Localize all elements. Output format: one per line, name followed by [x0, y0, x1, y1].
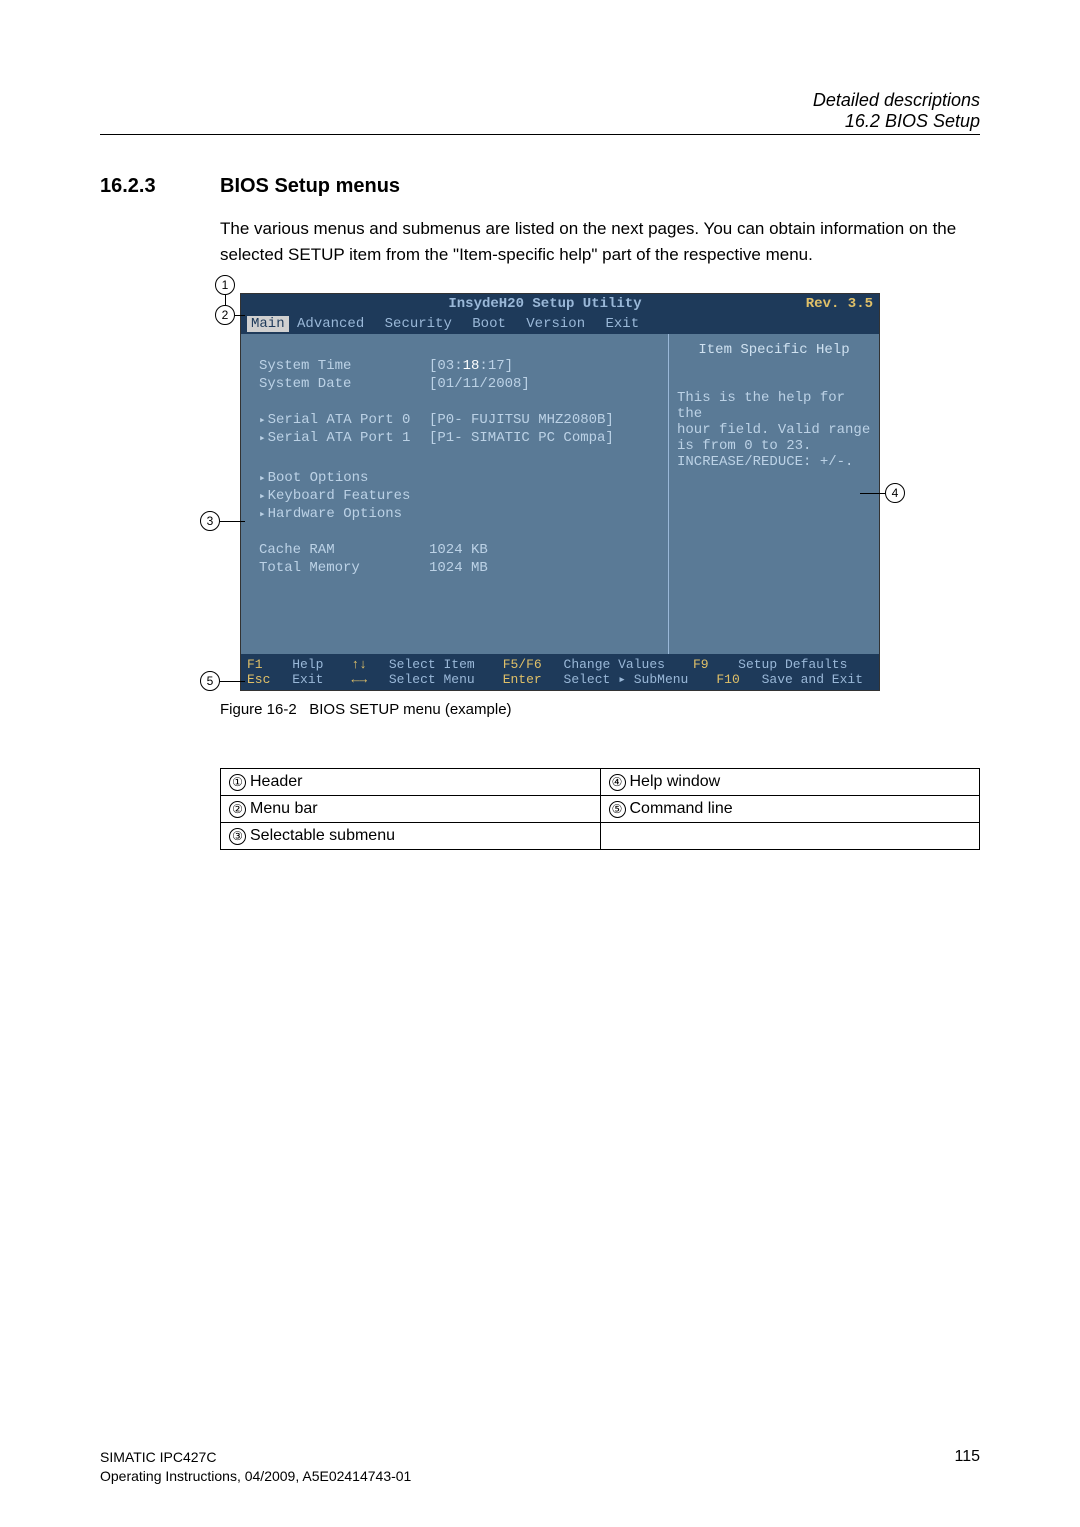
bios-menu-exit[interactable]: Exit [606, 316, 640, 332]
time-hour-selected[interactable]: 18 [463, 358, 480, 374]
row-sata-0[interactable]: Serial ATA Port 0 [P0- FUJITSU MHZ2080B] [259, 412, 658, 428]
row-cache-ram: Cache RAM 1024 KB [259, 542, 658, 558]
running-header: Detailed descriptions 16.2 BIOS Setup [100, 90, 980, 135]
footer-product: SIMATIC IPC427C [100, 1448, 411, 1468]
callout-5: 5 [200, 671, 220, 691]
section-number: 16.2.3 [100, 175, 220, 198]
legend-table: ①Header ④Help window ②Menu bar ⑤Command … [220, 768, 980, 850]
callout-4: 4 [885, 483, 905, 503]
page: Detailed descriptions 16.2 BIOS Setup 16… [0, 0, 1080, 1527]
row-system-date[interactable]: System Date [01/11/2008] [259, 376, 658, 392]
table-row: ①Header ④Help window [221, 769, 980, 796]
bios-menu-boot[interactable]: Boot [472, 316, 506, 332]
bios-revision: Rev. 3.5 [783, 296, 873, 312]
bios-menu-advanced[interactable]: Advanced [297, 316, 364, 332]
row-keyboard-features[interactable]: Keyboard Features [259, 488, 658, 504]
row-sata-1[interactable]: Serial ATA Port 1 [P1- SIMATIC PC Compa] [259, 430, 658, 446]
help-line: INCREASE/REDUCE: +/-. [677, 454, 871, 470]
table-row: ③Selectable submenu [221, 823, 980, 850]
help-line: hour field. Valid range [677, 422, 871, 438]
page-number: 115 [954, 1448, 980, 1487]
bios-menu-security[interactable]: Security [385, 316, 452, 332]
row-boot-options[interactable]: Boot Options [259, 470, 658, 486]
bios-screenshot: InsydeH20 Setup Utility Rev. 3.5 Main Ad… [240, 293, 880, 691]
help-line: is from 0 to 23. [677, 438, 871, 454]
footer-docref: Operating Instructions, 04/2009, A5E0241… [100, 1467, 411, 1487]
page-footer: SIMATIC IPC427C Operating Instructions, … [100, 1448, 980, 1487]
chapter-title: Detailed descriptions [100, 90, 980, 111]
row-system-time[interactable]: System Time [03:18:17] [259, 358, 658, 374]
bios-body: System Time [03:18:17] System Date [01/1… [241, 334, 879, 654]
callout-1: 1 [215, 275, 235, 295]
bios-header: InsydeH20 Setup Utility Rev. 3.5 [241, 294, 879, 314]
bios-menu-version[interactable]: Version [526, 316, 585, 332]
table-row: ②Menu bar ⑤Command line [221, 796, 980, 823]
row-total-memory: Total Memory 1024 MB [259, 560, 658, 576]
bios-main-panel: System Time [03:18:17] System Date [01/1… [241, 334, 669, 654]
help-title: Item Specific Help [677, 342, 871, 358]
bios-figure: 1 2 3 4 5 InsydeH20 Setup Utility Rev. 3… [220, 293, 880, 691]
section-heading: 16.2.3 BIOS Setup menus [100, 175, 980, 198]
bios-utility-title: InsydeH20 Setup Utility [307, 296, 783, 312]
section-ref: 16.2 BIOS Setup [100, 111, 980, 132]
bios-menu-main[interactable]: Main [247, 316, 289, 332]
bios-command-line: F1 Help ↑↓ Select Item F5/F6 Change Valu… [241, 654, 879, 690]
row-hardware-options[interactable]: Hardware Options [259, 506, 658, 522]
section-body: The various menus and submenus are liste… [220, 216, 980, 267]
bios-menubar: Main Advanced Security Boot Version Exit [241, 314, 879, 334]
bios-help-panel: Item Specific Help This is the help for … [669, 334, 879, 654]
callout-2: 2 [215, 305, 235, 325]
figure-caption: Figure 16-2 BIOS SETUP menu (example) [220, 701, 980, 718]
section-title: BIOS Setup menus [220, 175, 400, 198]
help-line: This is the help for the [677, 390, 871, 422]
callout-3: 3 [200, 511, 220, 531]
